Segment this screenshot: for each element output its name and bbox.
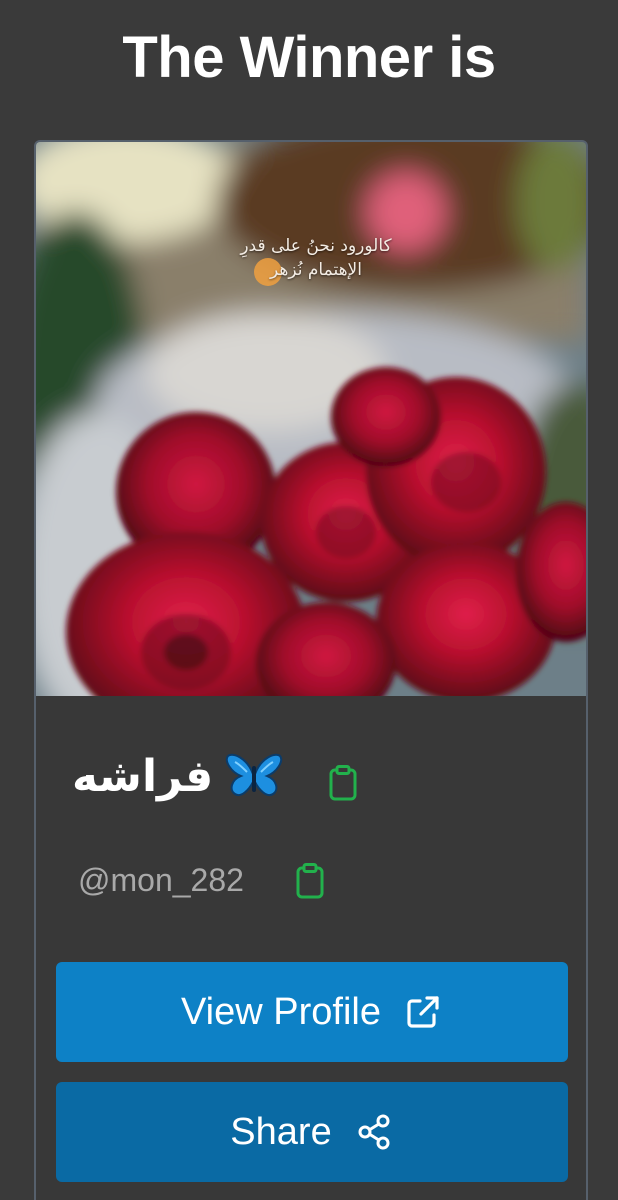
view-profile-button[interactable]: View Profile: [56, 962, 568, 1062]
photo-caption-line2: الإهتمام نُزهر: [270, 260, 362, 280]
page-title: The Winner is: [122, 25, 496, 90]
view-profile-label: View Profile: [181, 991, 381, 1033]
butterfly-icon: [226, 753, 283, 796]
winner-name-row: فراشه: [72, 742, 283, 812]
share-label: Share: [230, 1111, 332, 1153]
winner-username: @mon_282: [78, 862, 244, 898]
external-link-icon: [407, 996, 439, 1028]
share-button[interactable]: Share: [56, 1082, 568, 1182]
copy-username-clipboard-icon[interactable]: [295, 863, 325, 899]
photo-caption: كالورود نحنُ على قدرِ الإهتمام نُزهر: [206, 234, 426, 282]
winner-page: The Winner is كالورود نحنُ على قدرِ الإه…: [0, 0, 618, 1200]
copy-name-clipboard-icon[interactable]: [328, 765, 358, 801]
photo-caption-line1: كالورود نحنُ على قدرِ: [240, 236, 392, 256]
winner-display-name: فراشه: [72, 751, 214, 802]
winner-photo: كالورود نحنُ على قدرِ الإهتمام نُزهر: [36, 142, 586, 696]
winner-card: كالورود نحنُ على قدرِ الإهتمام نُزهر فرا…: [34, 140, 588, 1200]
share-icon: [358, 1114, 390, 1150]
